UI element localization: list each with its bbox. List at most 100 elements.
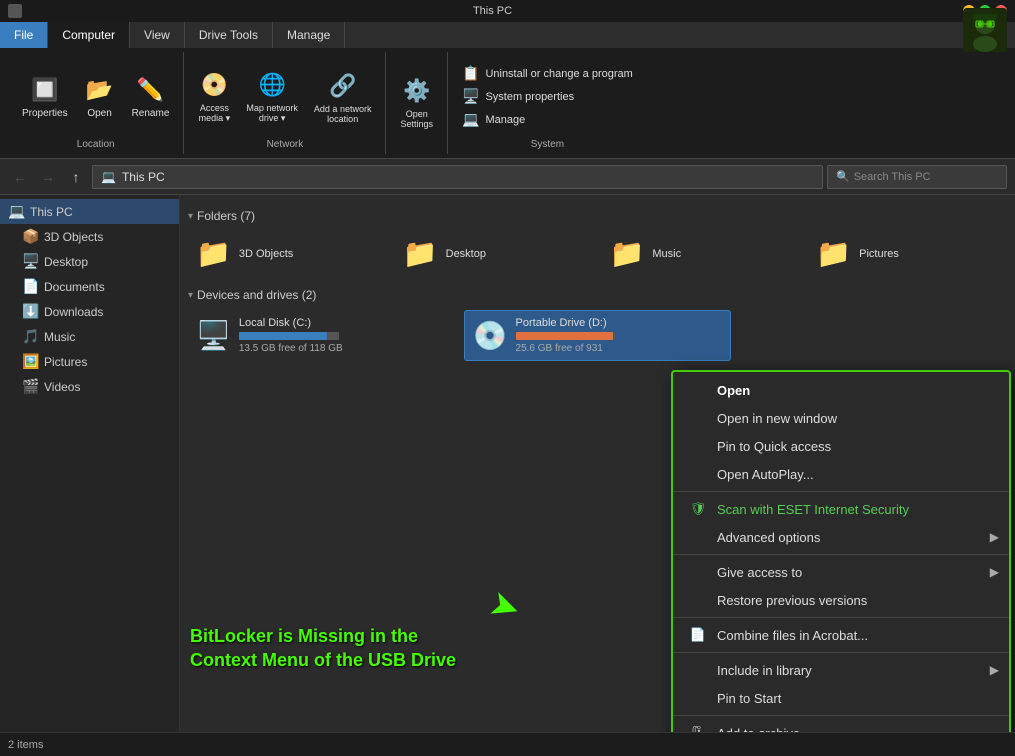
tab-computer[interactable]: Computer [48, 22, 130, 48]
ribbon-group-location: 🔲 Properties 📂 Open ✏️ Rename Location [8, 52, 184, 154]
sidebar-item-label-music: Music [44, 330, 75, 344]
back-button[interactable]: ← [8, 165, 32, 189]
local-disk-bar-bg [239, 332, 339, 340]
folders-label: Folders (7) [197, 209, 255, 223]
local-disk-info: Local Disk (C:) 13.5 GB free of 118 GB [239, 317, 343, 354]
uninstall-button[interactable]: 📋 Uninstall or change a program [456, 63, 639, 84]
properties-button[interactable]: 🔲 Properties [16, 70, 74, 123]
cm-sep-3 [673, 617, 1009, 618]
sidebar-item-pictures[interactable]: 🖼️ Pictures [0, 349, 179, 374]
cm-give-access-label: Give access to [717, 565, 802, 580]
sidebar-item-this-pc[interactable]: 💻 This PC [0, 199, 179, 224]
annotation-text: BitLocker is Missing in the Context Menu… [190, 625, 456, 672]
cm-include-library[interactable]: Include in library ▶ [673, 656, 1009, 684]
folder-pictures-icon: 📁 [816, 237, 851, 270]
main-area: 💻 This PC 📦 3D Objects 🖥️ Desktop 📄 Docu… [0, 195, 1015, 732]
open-icon: 📂 [84, 74, 116, 106]
cm-pin-quick-icon [689, 437, 707, 455]
address-path[interactable]: 💻 This PC [92, 165, 823, 189]
map-network-button[interactable]: 🌐 Map networkdrive ▾ [240, 65, 304, 128]
portable-drive-info: Portable Drive (D:) 25.6 GB free of 931 [516, 317, 616, 354]
cm-restore-prev[interactable]: Restore previous versions [673, 586, 1009, 614]
cm-combine-acrobat[interactable]: 📄 Combine files in Acrobat... [673, 621, 1009, 649]
folders-section-header: ▾ Folders (7) [188, 209, 1007, 223]
cm-add-archive[interactable]: 🗜 Add to archive... [673, 719, 1009, 732]
sidebar-item-label-desktop: Desktop [44, 255, 88, 269]
cm-library-label: Include in library [717, 663, 812, 678]
sidebar-item-documents[interactable]: 📄 Documents [0, 274, 179, 299]
sidebar-item-downloads[interactable]: ⬇️ Downloads [0, 299, 179, 324]
cm-advanced-arrow: ▶ [990, 530, 999, 544]
tab-view[interactable]: View [130, 22, 185, 48]
folder-3d-objects[interactable]: 📁 3D Objects [188, 231, 387, 276]
cm-advanced-options[interactable]: Advanced options ▶ [673, 523, 1009, 551]
pictures-icon: 🖼️ [22, 353, 38, 370]
forward-button[interactable]: → [36, 165, 60, 189]
cm-autoplay-label: Open AutoPlay... [717, 467, 814, 482]
cm-library-arrow: ▶ [990, 663, 999, 677]
cm-open-label: Open [717, 383, 750, 398]
tab-drive-tools[interactable]: Drive Tools [185, 22, 273, 48]
cm-open-new-window[interactable]: Open in new window [673, 404, 1009, 432]
context-menu: Open Open in new window Pin to Quick acc… [671, 370, 1011, 732]
cm-library-icon [689, 661, 707, 679]
cm-add-archive-label: Add to archive... [717, 726, 811, 733]
drives-grid: 🖥️ Local Disk (C:) 13.5 GB free of 118 G… [188, 310, 1007, 361]
open-settings-button[interactable]: ⚙️ OpenSettings [394, 71, 439, 133]
search-icon: 🔍 [836, 170, 850, 183]
sys-props-button[interactable]: 🖥️ System properties [456, 86, 639, 107]
tab-manage[interactable]: Manage [273, 22, 345, 48]
settings-icon: ⚙️ [401, 75, 433, 107]
folder-music[interactable]: 📁 Music [602, 231, 801, 276]
cm-add-archive-icon: 🗜 [689, 724, 707, 732]
sidebar-item-label-pictures: Pictures [44, 355, 87, 369]
cm-pin-start[interactable]: Pin to Start [673, 684, 1009, 712]
status-text: 2 items [8, 739, 43, 751]
sidebar-item-desktop[interactable]: 🖥️ Desktop [0, 249, 179, 274]
sidebar-item-videos[interactable]: 🎬 Videos [0, 374, 179, 399]
tab-file[interactable]: File [0, 22, 48, 48]
cm-acrobat-icon: 📄 [689, 626, 707, 644]
rename-ribbon-button[interactable]: ✏️ Rename [126, 70, 176, 123]
sidebar-item-3d-objects[interactable]: 📦 3D Objects [0, 224, 179, 249]
documents-icon: 📄 [22, 278, 38, 295]
sidebar-item-music[interactable]: 🎵 Music [0, 324, 179, 349]
search-box[interactable]: 🔍 Search This PC [827, 165, 1007, 189]
cm-pin-start-label: Pin to Start [717, 691, 781, 706]
title-bar: This PC [0, 0, 1015, 22]
folder-desktop[interactable]: 📁 Desktop [395, 231, 594, 276]
cm-open[interactable]: Open [673, 376, 1009, 404]
sidebar: 💻 This PC 📦 3D Objects 🖥️ Desktop 📄 Docu… [0, 195, 180, 732]
location-group-label: Location [77, 139, 115, 150]
portable-drive-space: 25.6 GB free of 931 [516, 343, 616, 354]
cm-give-access[interactable]: Give access to ▶ [673, 558, 1009, 586]
ribbon-group-location-items: 🔲 Properties 📂 Open ✏️ Rename [16, 56, 175, 137]
manage-icon: 💻 [462, 111, 479, 128]
add-network-button[interactable]: 🔗 Add a networklocation [308, 66, 378, 128]
drive-portable[interactable]: 💿 Portable Drive (D:) 25.6 GB free of 93… [464, 310, 732, 361]
annotation-line2: Context Menu of the USB Drive [190, 650, 456, 670]
annotation-arrow: ➤ [484, 581, 527, 631]
open-button[interactable]: 📂 Open [78, 70, 122, 123]
rename-icon: ✏️ [134, 74, 166, 106]
sidebar-item-label-3d: 3D Objects [44, 230, 103, 244]
local-disk-icon: 🖥️ [196, 319, 231, 352]
address-bar: ← → ↑ 💻 This PC 🔍 Search This PC [0, 159, 1015, 195]
up-button[interactable]: ↑ [64, 165, 88, 189]
access-media-icon: 📀 [198, 69, 230, 101]
cm-open-new-icon [689, 409, 707, 427]
folder-pictures[interactable]: 📁 Pictures [808, 231, 1007, 276]
cm-pin-quick[interactable]: Pin to Quick access [673, 432, 1009, 460]
network-group-label: Network [267, 139, 304, 150]
drive-local-disk[interactable]: 🖥️ Local Disk (C:) 13.5 GB free of 118 G… [188, 310, 456, 361]
cm-eset-icon: 🛡 [689, 500, 707, 518]
folders-toggle[interactable]: ▾ [188, 211, 193, 222]
drives-toggle[interactable]: ▾ [188, 290, 193, 301]
manage-button[interactable]: 💻 Manage [456, 109, 639, 130]
cm-eset-scan[interactable]: 🛡 Scan with ESET Internet Security [673, 495, 1009, 523]
cm-open-autoplay[interactable]: Open AutoPlay... [673, 460, 1009, 488]
access-media-button[interactable]: 📀 Accessmedia ▾ [192, 65, 236, 128]
ribbon-group-system-items: 📋 Uninstall or change a program 🖥️ Syste… [456, 56, 639, 137]
system-group-label: System [531, 139, 564, 150]
videos-icon: 🎬 [22, 378, 38, 395]
